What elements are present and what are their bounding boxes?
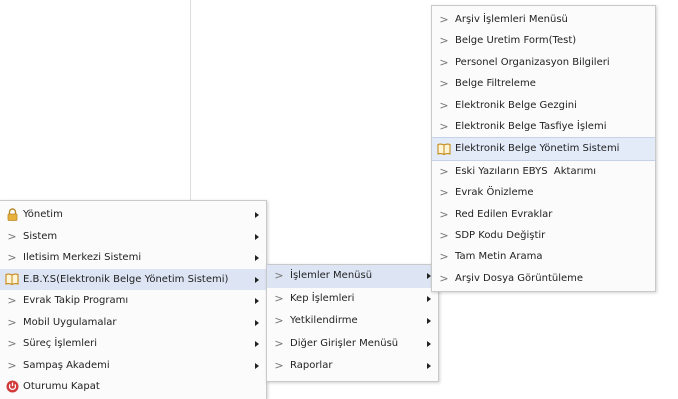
menu-item-label: Belge Filtreleme <box>455 78 536 90</box>
menu-item-ebys-sistemi[interactable]: Elektronik Belge Yönetim Sistemi <box>432 137 655 161</box>
menu-item-evrak-takip[interactable]: > Evrak Takip Programı <box>0 290 266 312</box>
menu-item-tasfiye[interactable]: > Elektronik Belge Tasfiye İşlemi <box>432 116 655 137</box>
menu-item-belge-gezgini[interactable]: > Elektronik Belge Gezgini <box>432 95 655 116</box>
chevron-right-icon: > <box>7 251 17 264</box>
menu-item-label: Elektronik Belge Gezgini <box>455 99 577 111</box>
menu-item-label: Mobil Uygulamalar <box>23 316 117 328</box>
menu-item-label: Sistem <box>23 230 58 242</box>
menu-item-label: Evrak Takip Programı <box>23 295 129 306</box>
menu-item-label: Oturumu Kapat <box>23 381 100 392</box>
chevron-right-icon: > <box>274 314 284 328</box>
lock-icon <box>5 204 19 226</box>
menu-item-label: Personel Organizasyon Bilgileri <box>455 56 610 68</box>
menu-item-raporlar[interactable]: > Raporlar <box>267 355 438 378</box>
chevron-right-icon: > <box>274 291 284 305</box>
chevron-right-icon: > <box>439 119 449 133</box>
chevron-right-icon: > <box>439 98 449 112</box>
menu-item-surec[interactable]: > Süreç İşlemleri <box>0 333 266 355</box>
chevron-right-icon: > <box>274 359 284 373</box>
menu-item-personel[interactable]: > Personel Organizasyon Bilgileri <box>432 52 655 73</box>
menu-item-logout[interactable]: Oturumu Kapat <box>0 376 266 398</box>
menu-item-eski-yazilar[interactable]: > Eski Yazıların EBYS Aktarımı <box>432 161 655 182</box>
submenu-arrow-icon <box>255 298 259 304</box>
submenu-arrow-icon <box>255 212 259 218</box>
chevron-right-icon: > <box>439 164 449 178</box>
menu-item-label: E.B.Y.S(Elektronik Belge Yönetim Sistemi… <box>23 273 229 285</box>
submenu-arrow-icon <box>255 255 259 261</box>
menu-item-label: Belge Uretim Form(Test) <box>455 35 577 47</box>
submenu-arrow-icon <box>255 319 259 326</box>
chevron-right-icon: > <box>274 336 284 350</box>
book-icon <box>5 269 19 291</box>
menu-item-tam-metin[interactable]: > Tam Metin Arama <box>432 246 655 267</box>
menu-item-label: Raporlar <box>290 360 333 371</box>
menu-item-label: Elektronik Belge Yönetim Sistemi <box>455 143 620 155</box>
menu-item-label: Süreç İşlemleri <box>23 338 98 349</box>
main-menu: Yönetim > Sistem > Iletisim Merkezi Sist… <box>0 200 267 399</box>
menu-item-evrak-onizleme[interactable]: > Evrak Önizleme <box>432 182 655 203</box>
submenu-arrow-icon <box>255 276 259 283</box>
chevron-right-icon: > <box>439 77 449 91</box>
islemler-submenu: > Arşiv İşlemleri Menüsü > Belge Uretim … <box>431 5 656 292</box>
chevron-right-icon: > <box>7 358 17 372</box>
menu-item-label: Kep İşlemleri <box>290 292 355 304</box>
menu-item-iletisim[interactable]: > Iletisim Merkezi Sistemi <box>0 247 266 269</box>
menu-item-arsiv-islemleri[interactable]: > Arşiv İşlemleri Menüsü <box>432 9 655 30</box>
menu-item-label: Arşiv İşlemleri Menüsü <box>455 14 568 25</box>
submenu-arrow-icon <box>255 362 259 369</box>
power-icon <box>5 376 19 398</box>
menu-item-label: Iletisim Merkezi Sistemi <box>23 252 142 263</box>
chevron-right-icon: > <box>439 228 449 242</box>
chevron-right-icon: > <box>439 271 449 285</box>
menu-item-label: Sampaş Akademi <box>23 359 110 371</box>
submenu-arrow-icon <box>255 341 259 347</box>
menu-item-arsiv-dosya[interactable]: > Arşiv Dosya Görüntüleme <box>432 268 655 289</box>
submenu-arrow-icon <box>427 295 431 302</box>
menu-item-label: Yetkilendirme <box>290 315 358 326</box>
menu-item-sdp-kodu[interactable]: > SDP Kodu Değiştir <box>432 225 655 246</box>
submenu-arrow-icon <box>255 233 259 240</box>
menu-item-belge-filtreleme[interactable]: > Belge Filtreleme <box>432 73 655 94</box>
menu-item-sistem[interactable]: > Sistem <box>0 226 266 248</box>
menu-item-yonetim[interactable]: Yönetim <box>0 204 266 226</box>
menu-item-label: Eski Yazıların EBYS Aktarımı <box>455 165 597 177</box>
menu-item-ebys[interactable]: E.B.Y.S(Elektronik Belge Yönetim Sistemi… <box>0 268 266 291</box>
menu-item-diger-girisler[interactable]: > Diğer Girişler Menüsü <box>267 333 438 356</box>
chevron-right-icon: > <box>7 337 17 350</box>
menu-item-label: SDP Kodu Değiştir <box>455 229 546 241</box>
menu-item-mobil[interactable]: > Mobil Uygulamalar <box>0 312 266 334</box>
menu-item-belge-uretim[interactable]: > Belge Uretim Form(Test) <box>432 30 655 51</box>
chevron-right-icon: > <box>439 250 449 264</box>
chevron-right-icon: > <box>7 315 17 329</box>
menu-item-kep[interactable]: > Kep İşlemleri <box>267 288 438 311</box>
ebys-submenu: > İşlemler Menüsü > Kep İşlemleri > Yetk… <box>266 264 439 382</box>
menu-item-label: İşlemler Menüsü <box>290 270 373 281</box>
menu-item-label: Diğer Girişler Menüsü <box>290 337 399 349</box>
chevron-right-icon: > <box>7 229 17 243</box>
submenu-arrow-icon <box>427 363 431 369</box>
chevron-right-icon: > <box>439 13 449 26</box>
menu-item-label: Tam Metin Arama <box>455 251 543 263</box>
chevron-right-icon: > <box>7 294 17 307</box>
submenu-arrow-icon <box>427 318 431 324</box>
menu-item-label: Evrak Önizleme <box>455 187 534 199</box>
menu-item-islemler[interactable]: > İşlemler Menüsü <box>267 265 438 288</box>
menu-item-label: Red Edilen Evraklar <box>455 208 553 220</box>
submenu-arrow-icon <box>427 340 431 347</box>
chevron-right-icon: > <box>274 269 284 283</box>
menu-item-akademi[interactable]: > Sampaş Akademi <box>0 355 266 377</box>
chevron-right-icon: > <box>439 34 449 48</box>
chevron-right-icon: > <box>439 186 449 200</box>
menu-item-yetkilendirme[interactable]: > Yetkilendirme <box>267 310 438 333</box>
menu-item-label: Arşiv Dosya Görüntüleme <box>455 272 584 284</box>
book-icon <box>437 138 451 159</box>
chevron-right-icon: > <box>439 55 449 69</box>
background-divider <box>190 0 191 205</box>
menu-item-label: Yönetim <box>23 209 63 220</box>
menu-item-red-edilen[interactable]: > Red Edilen Evraklar <box>432 204 655 225</box>
chevron-right-icon: > <box>439 207 449 221</box>
menu-item-label: Elektronik Belge Tasfiye İşlemi <box>455 120 607 132</box>
